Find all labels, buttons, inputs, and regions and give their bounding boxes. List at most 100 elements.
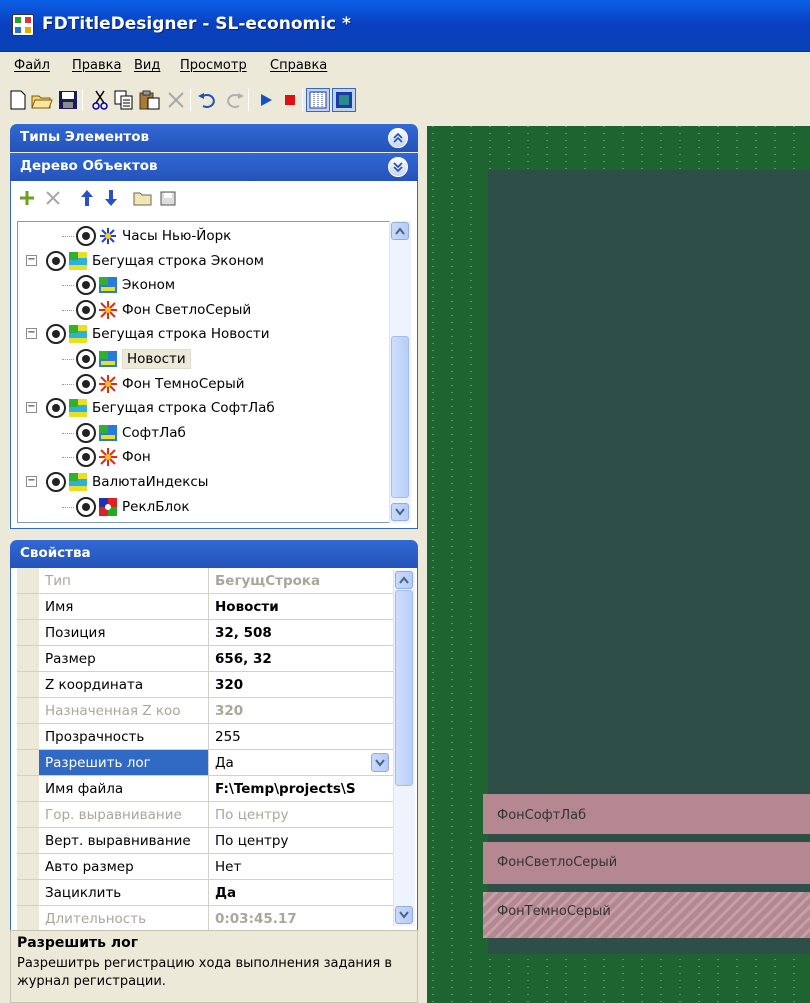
tree-panel-header[interactable]: Дерево Объектов (10, 153, 418, 181)
visibility-eye-icon[interactable] (76, 349, 96, 369)
property-row[interactable]: Размер 656, 32 (17, 646, 393, 672)
visibility-eye-icon[interactable] (76, 226, 96, 246)
visibility-eye-icon[interactable] (76, 373, 96, 394)
save-object-icon[interactable] (157, 186, 181, 210)
tree-item[interactable]: Фон (76, 445, 151, 469)
property-value[interactable]: 255 (209, 724, 393, 749)
property-value[interactable]: По центру (209, 802, 393, 827)
scroll-down-icon[interactable] (391, 503, 409, 521)
tree-item[interactable]: Бегущая строка СофтЛаб (46, 396, 275, 420)
property-row[interactable]: Тип БегущСтрока (17, 568, 393, 594)
property-value[interactable]: 320 (209, 672, 393, 697)
visibility-eye-icon[interactable] (76, 275, 96, 296)
tree-scrollbar[interactable] (389, 221, 411, 523)
visibility-eye-icon[interactable] (76, 496, 96, 517)
canvas-frame[interactable] (488, 170, 810, 954)
tree-item[interactable]: Новости (76, 347, 191, 371)
property-row[interactable]: Назначенная Z коо 320 (17, 698, 393, 724)
property-value[interactable]: БегущСтрока (209, 568, 393, 593)
property-row[interactable]: Длительность 0:03:45.17 (17, 906, 393, 930)
play-icon[interactable] (254, 88, 278, 112)
ticker-icon (68, 472, 88, 492)
add-icon[interactable] (15, 186, 39, 210)
dropdown-arrow-icon[interactable] (371, 753, 389, 772)
property-row[interactable]: Гор. выравнивание По центру (17, 802, 393, 828)
property-row[interactable]: Z координата 320 (17, 672, 393, 698)
visibility-eye-icon[interactable] (76, 447, 96, 468)
move-up-icon[interactable] (75, 186, 99, 210)
paste-icon[interactable] (138, 88, 162, 112)
property-row[interactable]: Разрешить лог Да (17, 750, 393, 776)
load-folder-icon[interactable] (131, 186, 155, 210)
stop-icon[interactable] (278, 88, 302, 112)
menu-file[interactable]: Файл (14, 58, 50, 73)
collapse-down-icon[interactable] (388, 157, 408, 177)
menu-help[interactable]: Справка (270, 58, 327, 73)
property-row[interactable]: Позиция 32, 508 (17, 620, 393, 646)
visibility-eye-icon[interactable] (46, 398, 66, 419)
props-scroll-thumb[interactable] (395, 590, 413, 786)
property-row[interactable]: Авто размер Нет (17, 854, 393, 880)
property-value[interactable]: Нет (209, 854, 393, 879)
tree-item[interactable]: РеклБлок (76, 495, 190, 519)
menu-preview[interactable]: Просмотр (180, 58, 247, 73)
property-value[interactable]: 0:03:45.17 (209, 906, 393, 930)
cut-icon[interactable] (88, 88, 112, 112)
tree-item[interactable]: Часы Нью-Йорк (76, 224, 231, 248)
visibility-eye-icon[interactable] (76, 299, 96, 320)
collapse-toggle-icon[interactable]: − (26, 328, 37, 340)
redo-icon[interactable] (222, 88, 246, 112)
clock-icon (98, 226, 118, 246)
copy-icon[interactable] (112, 88, 136, 112)
grid-icon[interactable] (306, 88, 330, 112)
property-row[interactable]: Имя файла F:\Temp\projects\S (17, 776, 393, 802)
property-value[interactable]: По центру (209, 828, 393, 853)
props-scrollbar[interactable] (393, 570, 415, 926)
menu-edit[interactable]: Правка (72, 58, 121, 73)
tree-item[interactable]: Бегущая строка Новости (46, 322, 270, 346)
scroll-up-icon[interactable] (395, 571, 413, 589)
property-value[interactable]: 320 (209, 698, 393, 723)
move-down-icon[interactable] (99, 186, 123, 210)
tree-item[interactable]: Фон ТемноСерый (76, 372, 245, 396)
collapse-toggle-icon[interactable]: − (26, 254, 37, 266)
menu-view[interactable]: Вид (134, 58, 160, 73)
property-row[interactable]: Верт. выравнивание По центру (17, 828, 393, 854)
visibility-eye-icon[interactable] (46, 250, 66, 271)
tree-item[interactable]: Фон СветлоСерый (76, 298, 251, 322)
property-value[interactable]: Да (209, 880, 393, 905)
property-value[interactable]: Да (209, 750, 393, 775)
property-value[interactable]: 32, 508 (209, 620, 393, 645)
property-row[interactable]: Имя Новости (17, 594, 393, 620)
tree-connector (62, 285, 74, 287)
tree-item[interactable]: ВалютаИндексы (46, 470, 208, 494)
tree-scroll-thumb[interactable] (391, 336, 409, 498)
open-folder-icon[interactable] (30, 88, 54, 112)
design-canvas[interactable]: ФонСофтЛаб ФонСветлоСерый ФонТемноСерый (427, 126, 810, 1003)
tree-item[interactable]: Эконом (76, 273, 175, 297)
frame-icon[interactable] (332, 88, 356, 112)
undo-icon[interactable] (196, 88, 220, 112)
properties-panel-header[interactable]: Свойства (10, 540, 418, 568)
new-file-icon[interactable] (6, 88, 30, 112)
types-panel-header[interactable]: Типы Элементов (10, 124, 418, 152)
property-row[interactable]: Прозрачность 255 (17, 724, 393, 750)
save-icon[interactable] (56, 88, 80, 112)
tree-item[interactable]: Бегущая строка Эконом (46, 249, 264, 273)
property-value[interactable]: 656, 32 (209, 646, 393, 671)
property-value[interactable]: Новости (209, 594, 393, 619)
expand-up-icon[interactable] (388, 128, 408, 148)
remove-icon[interactable] (41, 186, 65, 210)
property-value[interactable]: F:\Temp\projects\S (209, 776, 393, 801)
collapse-toggle-icon[interactable]: − (26, 402, 37, 414)
tree-item[interactable]: СофтЛаб (76, 421, 186, 445)
visibility-eye-icon[interactable] (46, 472, 66, 492)
tree-toolbar (10, 181, 418, 217)
property-row[interactable]: Зациклить Да (17, 880, 393, 906)
scroll-up-icon[interactable] (391, 222, 409, 240)
visibility-eye-icon[interactable] (46, 324, 66, 345)
delete-icon[interactable] (164, 88, 188, 112)
collapse-toggle-icon[interactable]: − (26, 476, 37, 487)
visibility-eye-icon[interactable] (76, 422, 96, 443)
scroll-down-icon[interactable] (395, 906, 413, 924)
